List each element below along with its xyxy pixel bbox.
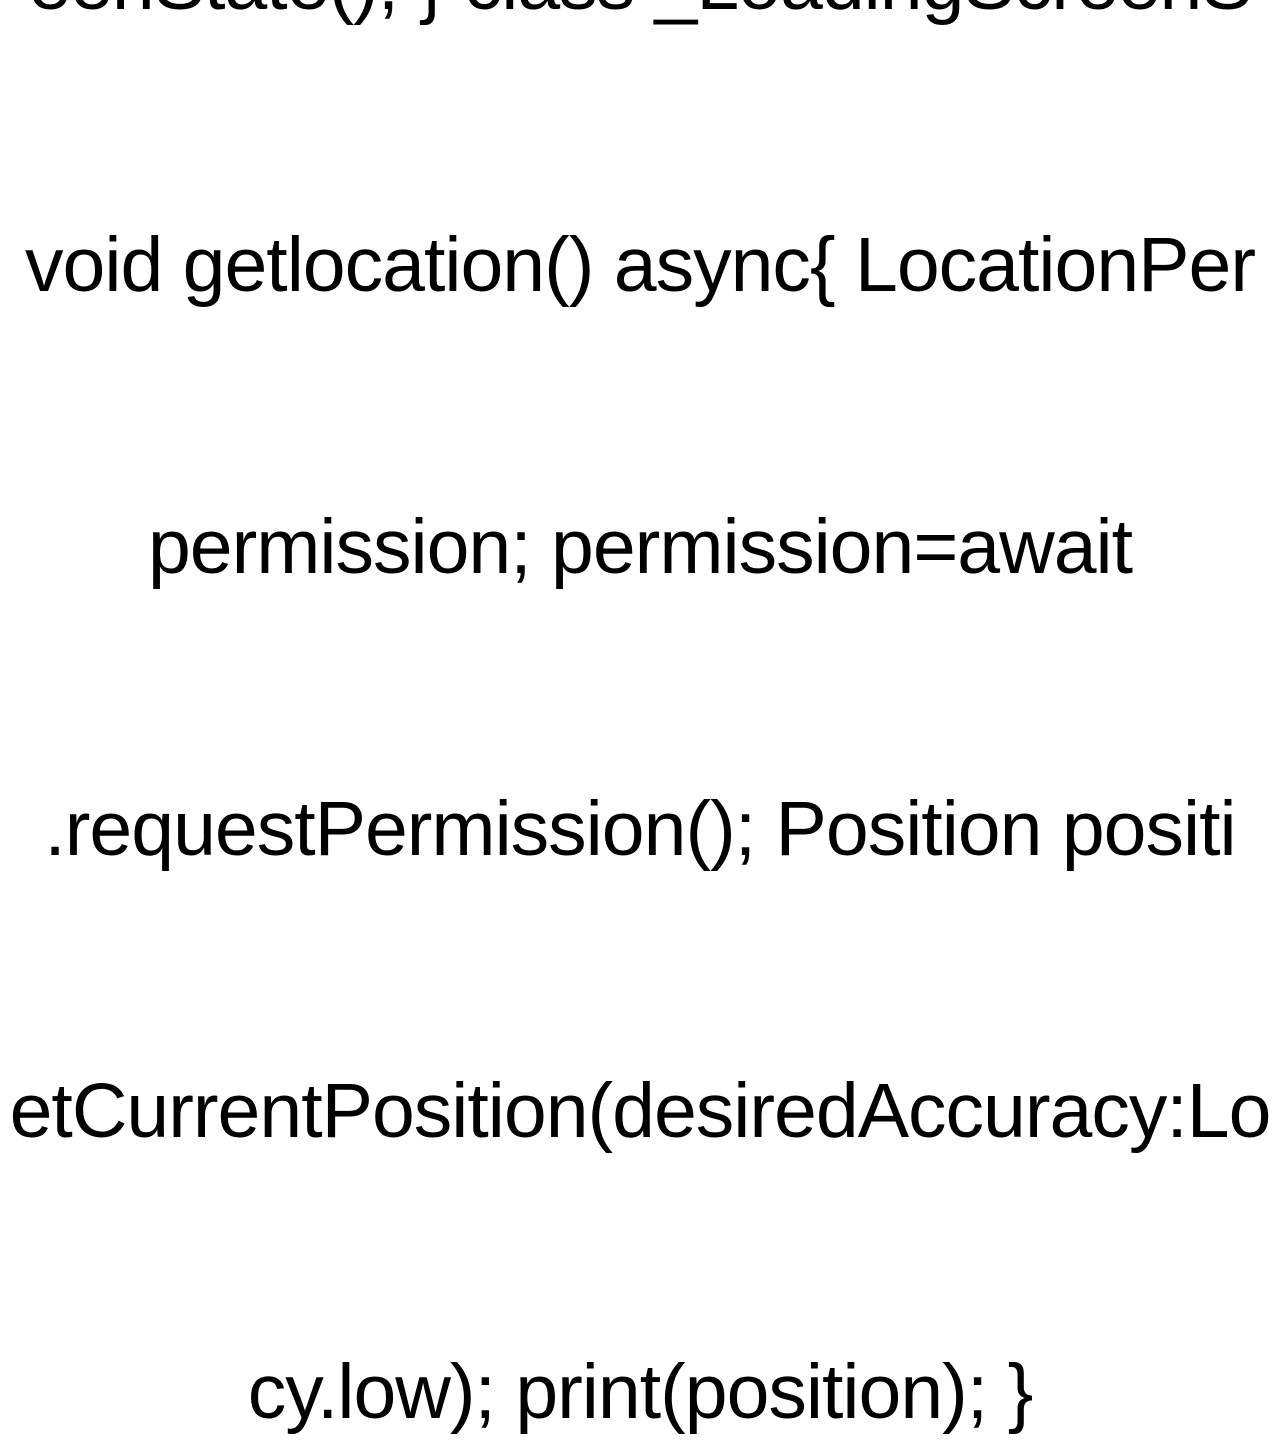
- code-line: .requestPermission(); Position positi: [0, 783, 1280, 877]
- code-line: cy.low); print(position); }: [0, 1346, 1280, 1440]
- code-line: permission; permission=await: [0, 501, 1280, 595]
- code-line: eenState(); } class _LoadingScreenS: [0, 0, 1280, 31]
- code-text-block: class LoadingScreen extends Statef ride …: [0, 0, 1280, 1440]
- code-line: etCurrentPosition(desiredAccuracy:Lo: [0, 1065, 1280, 1159]
- code-line: void getlocation() async{ LocationPer: [0, 219, 1280, 313]
